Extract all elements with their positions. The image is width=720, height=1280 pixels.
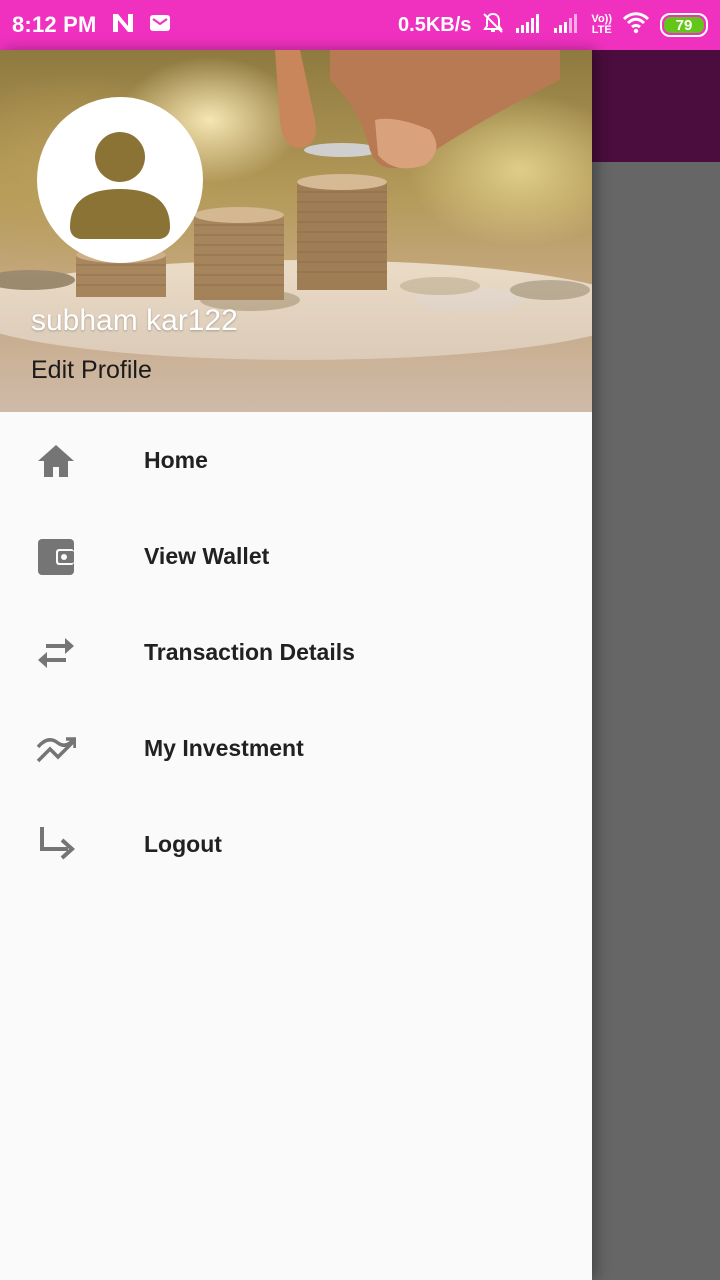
menu-item-label: View Wallet: [144, 542, 270, 569]
menu-item-logout[interactable]: Logout: [0, 796, 592, 892]
battery-level: 79: [675, 16, 693, 34]
wallet-icon: [36, 537, 76, 577]
alarm-off-icon: [481, 11, 505, 40]
battery-icon: 79: [660, 13, 708, 37]
edit-profile-link[interactable]: Edit Profile: [31, 356, 152, 385]
network-speed: 0.5KB/s: [398, 13, 472, 36]
menu-item-home[interactable]: Home: [0, 412, 592, 508]
signal-icon: [553, 12, 581, 39]
swap-arrows-icon: [36, 633, 76, 673]
drawer-menu: Home View Wallet Transaction Details My …: [0, 412, 592, 892]
n-notification-icon: [111, 12, 135, 39]
subdirectory-arrow-icon: [36, 825, 76, 865]
menu-item-label: Logout: [144, 830, 222, 857]
wifi-icon: [622, 11, 650, 39]
drawer-header: subham kar122 Edit Profile: [0, 50, 592, 412]
profile-avatar[interactable]: [37, 97, 203, 263]
signal-icon: [515, 12, 543, 39]
drawer-scrim[interactable]: [592, 162, 720, 1280]
person-icon: [70, 132, 170, 239]
menu-item-transaction-details[interactable]: Transaction Details: [0, 604, 592, 700]
status-time: 8:12 PM: [12, 12, 97, 37]
menu-item-label: My Investment: [144, 734, 304, 761]
menu-item-my-investment[interactable]: My Investment: [0, 700, 592, 796]
menu-item-label: Transaction Details: [144, 638, 355, 665]
app-toolbar: [592, 50, 720, 162]
menu-item-view-wallet[interactable]: View Wallet: [0, 508, 592, 604]
menu-item-label: Home: [144, 446, 208, 473]
user-name: subham kar122: [31, 304, 238, 337]
home-icon: [36, 441, 76, 481]
volte-icon: Vo)) LTE: [591, 13, 612, 36]
navigation-drawer: subham kar122 Edit Profile Home View Wal…: [0, 50, 592, 1280]
trending-icon: [36, 729, 76, 769]
mail-icon: [149, 14, 171, 37]
status-bar: 8:12 PM 0.5KB/s Vo)) LTE 79: [0, 0, 720, 50]
